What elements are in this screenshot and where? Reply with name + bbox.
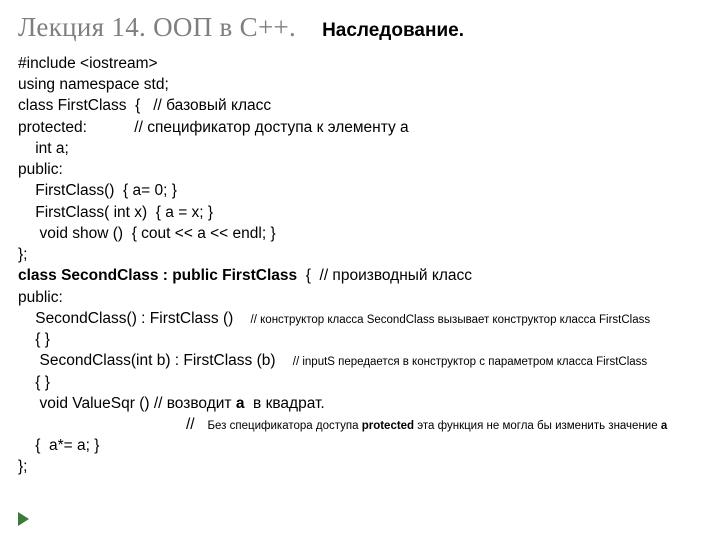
code-line: { } xyxy=(18,329,702,350)
code-line: }; xyxy=(18,456,702,477)
code-line: // Без спецификатора доступа protected э… xyxy=(18,414,702,435)
code-line: public: xyxy=(18,287,702,308)
code-line: class FirstClass { // базовый класс xyxy=(18,95,702,116)
code-line: protected: // спецификатор доступа к эле… xyxy=(18,117,702,138)
code-line: FirstClass() { a= 0; } xyxy=(18,180,702,201)
code-line: class SecondClass : public FirstClass { … xyxy=(18,265,702,286)
code-block: #include <iostream> using namespace std;… xyxy=(18,53,702,478)
code-text: в квадрат. xyxy=(244,395,324,412)
code-comment: Без спецификатора доступа xyxy=(207,420,361,432)
arrow-icon xyxy=(18,512,29,526)
code-line: void show () { cout << a << endl; } xyxy=(18,223,702,244)
code-comment: // конструктор класса SecondClass вызыва… xyxy=(251,314,651,326)
code-line: { a*= a; } xyxy=(18,435,702,456)
code-line: int a; xyxy=(18,138,702,159)
code-comment-bold: protected xyxy=(362,420,414,432)
code-text: { // производный класс xyxy=(297,267,472,284)
code-line: public: xyxy=(18,159,702,180)
code-line: { } xyxy=(18,372,702,393)
code-comment: // inputS передается в конструктор с пар… xyxy=(293,356,647,368)
code-text: SecondClass(int b) : FirstClass (b) xyxy=(18,352,293,369)
code-line: SecondClass() : FirstClass () // констру… xyxy=(18,308,702,329)
slide-title: Лекция 14. ООП в С++. xyxy=(18,12,296,43)
slide-subtitle: Наследование. xyxy=(322,20,464,42)
code-line: }; xyxy=(18,244,702,265)
code-text: // xyxy=(18,416,207,433)
code-line: using namespace std; xyxy=(18,74,702,95)
code-line: void ValueSqr () // возводит а в квадрат… xyxy=(18,393,702,414)
code-comment: эта функция не могла бы изменить значени… xyxy=(414,420,661,432)
title-row: Лекция 14. ООП в С++. Наследование. xyxy=(18,12,702,43)
code-line: SecondClass(int b) : FirstClass (b) // i… xyxy=(18,350,702,371)
code-line: #include <iostream> xyxy=(18,53,702,74)
code-text: SecondClass() : FirstClass () xyxy=(18,310,251,327)
slide: Лекция 14. ООП в С++. Наследование. #inc… xyxy=(0,0,720,540)
code-bold: class SecondClass : public FirstClass xyxy=(18,267,297,284)
code-comment-bold: а xyxy=(661,420,667,432)
code-line: FirstClass( int x) { a = x; } xyxy=(18,202,702,223)
code-text: void ValueSqr () // возводит xyxy=(18,395,236,412)
